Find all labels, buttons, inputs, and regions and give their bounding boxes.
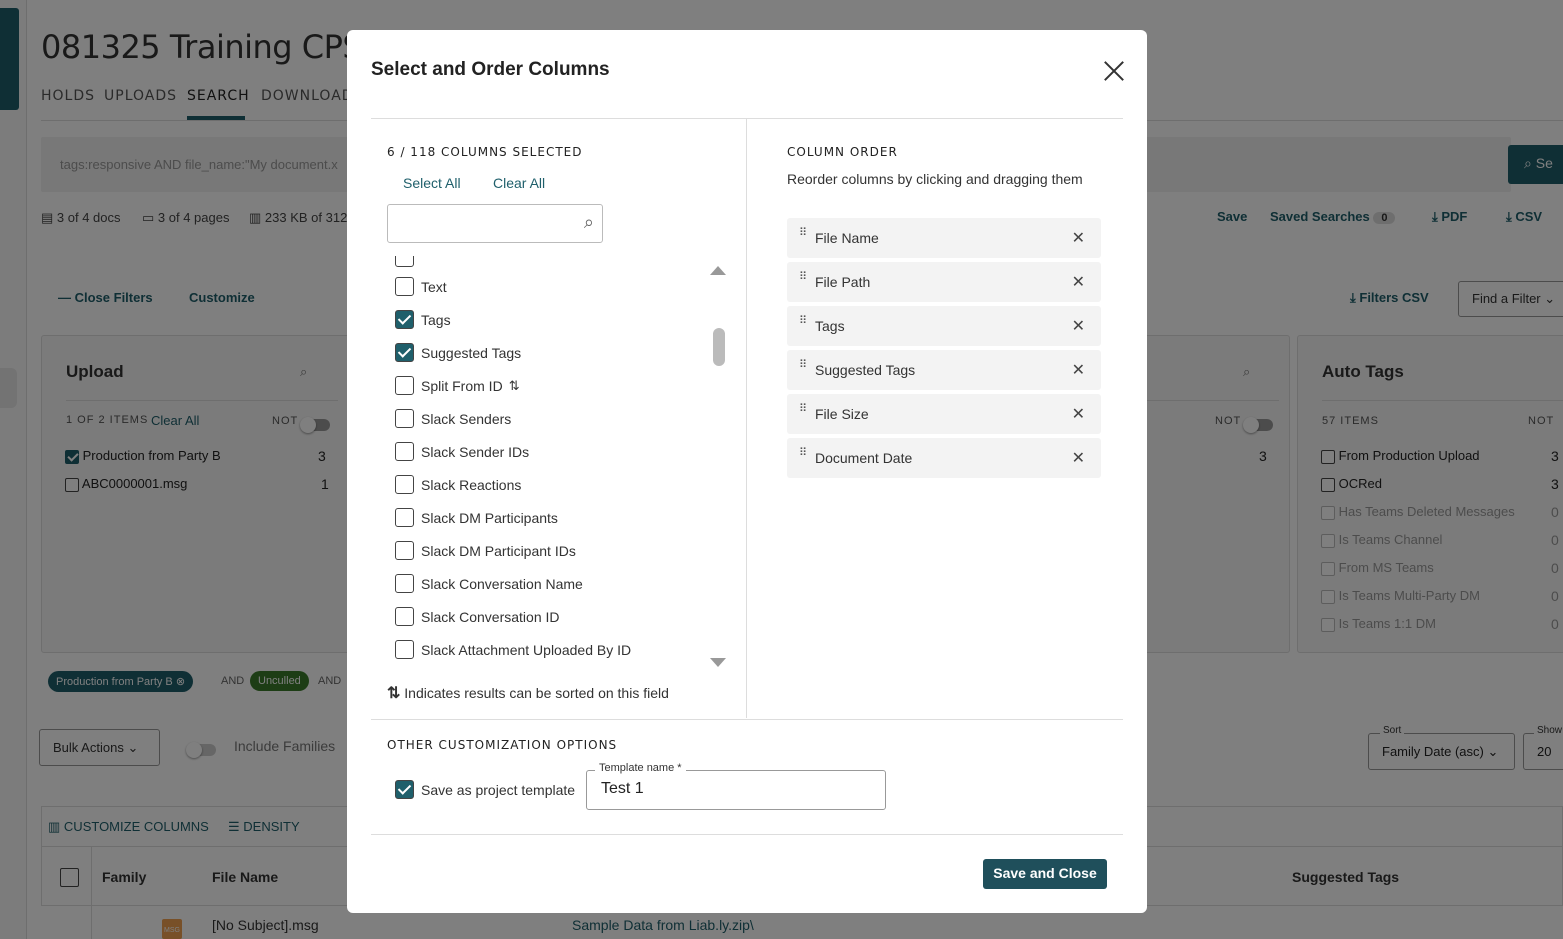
order-label: File Path [815,274,871,290]
checkbox[interactable] [395,310,414,329]
column-order-item[interactable]: ⠿ Document Date ✕ [787,438,1101,478]
header-divider [371,118,1123,119]
column-label: Slack Conversation Name [421,575,583,592]
drag-handle-icon[interactable]: ⠿ [799,360,807,371]
column-label: Split From ID [421,377,503,394]
list-item[interactable]: Slack Sender IDs [395,435,707,468]
checkbox[interactable] [395,640,414,659]
close-icon[interactable] [1100,57,1128,85]
column-label: Suggested Tags [421,344,522,361]
column-label: Slack Conversation ID [421,608,560,625]
template-name-value[interactable]: Test 1 [601,780,644,798]
checkbox[interactable] [395,409,414,428]
column-label: Slack Reactions [421,476,522,493]
column-search-input[interactable]: ⌕ [387,204,603,243]
panel-divider [746,118,747,718]
sortable-icon: ⇅ [508,377,520,393]
scrollbar-thumb[interactable] [713,328,725,366]
save-template-checkbox[interactable] [395,780,414,799]
save-template-label: Save as project template [421,781,576,798]
sortable-icon: ⇅ [387,685,401,702]
column-order-item[interactable]: ⠿ Tags ✕ [787,306,1101,346]
remove-icon[interactable]: ✕ [1072,316,1085,336]
column-order-item[interactable]: ⠿ File Size ✕ [787,394,1101,434]
remove-icon[interactable]: ✕ [1072,448,1085,468]
sort-hint: ⇅ Indicates results can be sorted on thi… [387,683,669,703]
drag-handle-icon[interactable]: ⠿ [799,448,807,459]
list-item[interactable]: Slack DM Participant IDs [395,534,707,567]
column-order-item[interactable]: ⠿ File Path ✕ [787,262,1101,302]
column-label: Slack DM Participant IDs [421,542,576,559]
drag-handle-icon[interactable]: ⠿ [799,228,807,239]
clear-all-link[interactable]: Clear All [493,175,545,191]
remove-icon[interactable]: ✕ [1072,360,1085,380]
column-order-item[interactable]: ⠿ Suggested Tags ✕ [787,350,1101,390]
order-label: Document Date [815,450,913,466]
checkbox[interactable] [395,475,414,494]
other-options-title: OTHER CUSTOMIZATION OPTIONS [387,738,618,752]
checkbox[interactable] [395,607,414,626]
select-columns-modal: Select and Order Columns 6 / 118 COLUMNS… [347,30,1147,913]
drag-handle-icon[interactable]: ⠿ [799,404,807,415]
checkbox[interactable] [395,376,414,395]
list-item[interactable]: Split From ID ⇅ [395,369,707,402]
select-all-link[interactable]: Select All [403,175,461,191]
column-list-scrollbar[interactable] [709,263,729,673]
checkbox[interactable] [395,574,414,593]
drag-handle-icon[interactable]: ⠿ [799,272,807,283]
remove-icon[interactable]: ✕ [1072,404,1085,424]
checkbox[interactable] [395,508,414,527]
remove-icon[interactable]: ✕ [1072,272,1085,292]
list-item[interactable]: Tags [395,303,707,336]
template-name-label: Template name * [595,762,686,774]
search-icon: ⌕ [583,212,594,232]
list-item[interactable]: Slack Conversation Name [395,567,707,600]
list-item[interactable]: Suggested Tags [395,336,707,369]
column-label: Text [421,278,447,295]
modal-title: Select and Order Columns [371,59,610,80]
checkbox[interactable] [395,343,414,362]
column-order-item[interactable]: ⠿ File Name ✕ [787,218,1101,258]
partial-checkbox[interactable] [395,256,414,267]
column-order-title: COLUMN ORDER [787,145,898,159]
order-label: File Size [815,406,869,422]
list-item[interactable]: Slack Attachment Uploaded By ID [395,633,707,666]
column-label: Slack DM Participants [421,509,558,526]
checkbox[interactable] [395,442,414,461]
list-item[interactable]: Slack Reactions [395,468,707,501]
footer-divider [371,834,1123,835]
checkbox[interactable] [395,277,414,296]
drag-handle-icon[interactable]: ⠿ [799,316,807,327]
columns-selected-count: 6 / 118 COLUMNS SELECTED [387,145,583,159]
column-label: Tags [421,311,451,328]
save-and-close-button[interactable]: Save and Close [983,859,1107,889]
column-label: Slack Attachment Uploaded By ID [421,641,632,658]
remove-icon[interactable]: ✕ [1072,228,1085,248]
list-item[interactable]: Slack Senders [395,402,707,435]
column-label: Slack Sender IDs [421,443,530,460]
list-item[interactable]: Slack DM Participants [395,501,707,534]
column-label: Slack Senders [421,410,512,427]
column-list[interactable]: Text Tags Suggested Tags Split From ID ⇅ … [387,256,707,672]
order-label: Suggested Tags [815,362,916,378]
sort-hint-text: Indicates results can be sorted on this … [404,685,669,701]
order-label: Tags [815,318,845,334]
scroll-up-arrow-icon[interactable] [710,266,726,275]
list-item[interactable]: Slack Conversation ID [395,600,707,633]
options-divider [371,719,1123,720]
scroll-down-arrow-icon[interactable] [710,658,726,667]
checkbox[interactable] [395,541,414,560]
column-order-description: Reorder columns by clicking and dragging… [787,171,1083,187]
list-item[interactable]: Text [395,270,707,303]
order-label: File Name [815,230,879,246]
